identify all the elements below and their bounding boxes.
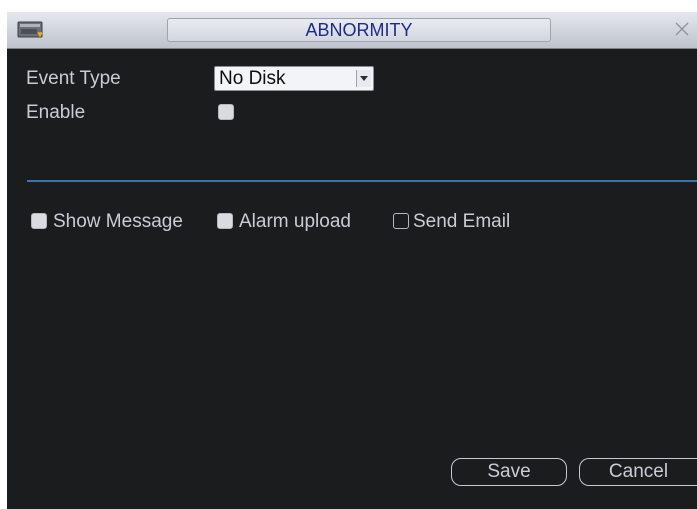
alarm-upload-label: Alarm upload bbox=[239, 211, 351, 232]
close-icon[interactable] bbox=[671, 18, 693, 40]
send-email-checkbox[interactable] bbox=[393, 213, 409, 229]
cancel-button[interactable]: Cancel bbox=[579, 458, 697, 486]
event-type-label: Event Type bbox=[26, 68, 121, 89]
chevron-down-icon[interactable] bbox=[356, 70, 371, 87]
enable-label: Enable bbox=[26, 102, 86, 123]
window-title: ABNORMITY bbox=[305, 20, 413, 40]
send-email-label: Send Email bbox=[413, 211, 511, 232]
show-message-checkbox[interactable] bbox=[31, 213, 47, 229]
save-button[interactable]: Save bbox=[451, 458, 567, 486]
title-bar: ABNORMITY bbox=[7, 12, 697, 49]
show-message-label: Show Message bbox=[53, 211, 183, 232]
section-divider bbox=[27, 180, 697, 182]
menu-icon[interactable] bbox=[17, 19, 45, 41]
alarm-upload-checkbox[interactable] bbox=[217, 213, 233, 229]
enable-checkbox[interactable] bbox=[218, 104, 234, 120]
event-type-value: No Disk bbox=[219, 68, 286, 89]
abnormity-window: ABNORMITY Event Type No Disk Enable Show… bbox=[7, 12, 697, 509]
event-type-select[interactable]: No Disk bbox=[214, 66, 374, 91]
